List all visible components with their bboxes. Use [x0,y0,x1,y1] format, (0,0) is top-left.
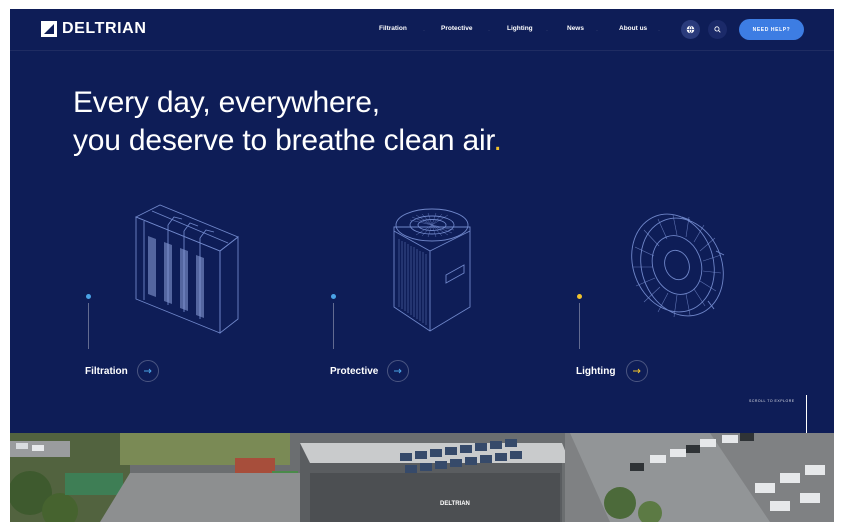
headline-line-1: Every day, everywhere, [73,86,380,119]
lighting-marker-line [579,303,580,349]
bag-filter-icon [134,204,239,334]
arrow-right-icon [394,368,402,374]
protective-marker-line [333,303,334,349]
category-label-filtration[interactable]: Filtration [85,366,128,377]
menu-item-news[interactable]: News [567,25,584,32]
building-sign: DELTRIAN [440,501,470,507]
menu-item-protective[interactable]: Protective [441,25,472,32]
filtration-marker-line [88,303,89,349]
category-label-lighting[interactable]: Lighting [576,366,615,377]
arrow-right-icon [633,368,641,374]
menu-separator: · [596,28,598,34]
menu-item-filtration[interactable]: Filtration [379,25,407,32]
menu-separator: · [423,28,425,34]
hero-headline: Every day, everywhere, you deserve to br… [73,84,502,160]
language-button[interactable] [681,20,700,39]
menu-separator: · [546,28,548,34]
filtration-marker-dot [86,294,91,299]
filtration-arrow-button[interactable] [137,360,159,382]
aerial-photo-headquarters: DELTRIAN [10,433,834,522]
headline-dot: . [493,124,502,157]
search-icon [714,26,721,33]
menu-item-about-us[interactable]: About us [619,25,647,32]
menu-separator: · [658,28,660,34]
menu-item-lighting[interactable]: Lighting [507,25,533,32]
protective-marker-dot [331,294,336,299]
menu-separator: · [488,28,490,34]
headline-line-2-text: you deserve to breathe clean air [73,124,494,157]
scroll-to-explore-label: SCROLL TO EXPLORE [749,399,795,403]
category-label-protective[interactable]: Protective [330,366,378,377]
lighting-marker-dot [577,294,582,299]
arrow-right-icon [144,368,152,374]
top-navigation: DELTRIAN Filtration · Protective · Light… [10,9,834,51]
headline-line-2: you deserve to breathe clean air. [73,122,502,160]
lighting-arrow-button[interactable] [626,360,648,382]
scroll-indicator-line [806,395,807,433]
page: DELTRIAN Filtration · Protective · Light… [10,9,834,522]
highbay-light-icon [631,213,725,318]
protective-arrow-button[interactable] [387,360,409,382]
hero-section: DELTRIAN Filtration · Protective · Light… [10,9,834,433]
air-purifier-icon [393,208,471,332]
search-button[interactable] [708,20,727,39]
globe-icon [686,25,695,34]
need-help-button[interactable]: NEED HELP? [739,19,804,40]
